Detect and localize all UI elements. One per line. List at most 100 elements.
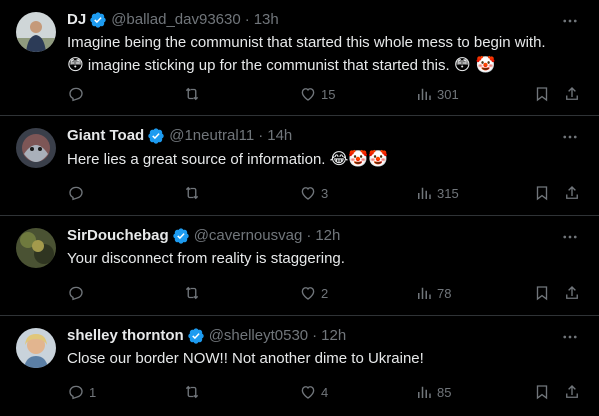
like-button[interactable]: 2 [299, 283, 328, 303]
timeline: DJ @ballad_dav93630 · 13h Imagine being … [0, 0, 599, 416]
tweet-text-fragment: imagine sticking up for the communist th… [83, 57, 454, 74]
avatar[interactable] [16, 228, 56, 268]
display-name[interactable]: SirDouchebag [67, 226, 169, 246]
verified-badge-icon [187, 327, 205, 345]
handle[interactable]: @1neutral11 [169, 126, 254, 146]
more-icon[interactable] [561, 328, 581, 344]
like-count: 15 [321, 86, 336, 102]
like-button[interactable]: 4 [299, 382, 328, 402]
display-name[interactable]: DJ [67, 10, 86, 30]
retweet-icon [183, 284, 201, 302]
views-button[interactable]: 85 [415, 382, 451, 402]
heart-icon [299, 383, 317, 401]
share-button[interactable] [563, 183, 581, 203]
more-icon[interactable] [561, 12, 581, 28]
retweet-button[interactable] [183, 84, 205, 104]
more-icon[interactable] [561, 228, 581, 244]
tweet-actions: 3 315 [67, 183, 587, 203]
like-count: 3 [321, 185, 329, 201]
view-count: 78 [437, 285, 452, 301]
bookmark-icon [533, 85, 551, 103]
bookmark-icon [533, 383, 551, 401]
tweet[interactable]: SirDouchebag @cavernousvag · 12h Your di… [0, 216, 599, 316]
timestamp[interactable]: 14h [267, 126, 292, 146]
handle[interactable]: @cavernousvag [194, 226, 303, 246]
heart-icon [299, 284, 317, 302]
views-button[interactable]: 301 [415, 84, 459, 104]
view-count: 315 [437, 185, 459, 201]
like-button[interactable]: 15 [299, 84, 335, 104]
view-count: 85 [437, 384, 452, 400]
bookmark-button[interactable] [533, 84, 551, 104]
tweet[interactable]: shelley thornton @shelleyt0530 · 12h Clo… [0, 316, 599, 416]
views-icon [415, 184, 433, 202]
tweet-text: Your disconnect from reality is staggeri… [67, 248, 577, 270]
reply-button[interactable] [67, 183, 89, 203]
tweet-actions: 15 301 [67, 84, 587, 104]
tweet-text-fragment: Here lies a great source of information. [67, 151, 330, 168]
views-icon [415, 383, 433, 401]
tweet-header: Giant Toad @1neutral11 · 14h [67, 126, 292, 146]
views-icon [415, 85, 433, 103]
tweet-text: Close our border NOW!! Not another dime … [67, 348, 577, 370]
share-button[interactable] [563, 382, 581, 402]
emoji: 😳 🤡 [453, 55, 496, 74]
separator: · [258, 127, 264, 144]
like-count: 2 [321, 285, 329, 301]
separator: · [244, 11, 250, 28]
tweet-text: Here lies a great source of information.… [67, 148, 577, 171]
timestamp[interactable]: 12h [321, 326, 346, 346]
share-button[interactable] [563, 84, 581, 104]
views-button[interactable]: 315 [415, 183, 459, 203]
handle[interactable]: @shelleyt0530 [209, 326, 308, 346]
view-count: 301 [437, 86, 459, 102]
bookmark-button[interactable] [533, 382, 551, 402]
views-button[interactable]: 78 [415, 283, 451, 303]
timestamp[interactable]: 13h [254, 10, 279, 30]
tweet-header: shelley thornton @shelleyt0530 · 12h [67, 326, 346, 346]
like-button[interactable]: 3 [299, 183, 328, 203]
bookmark-icon [533, 284, 551, 302]
bookmark-button[interactable] [533, 283, 551, 303]
tweet-text-line: Imagine being the communist that started… [67, 34, 546, 51]
tweet[interactable]: DJ @ballad_dav93630 · 13h Imagine being … [0, 0, 599, 116]
reply-icon [67, 284, 85, 302]
share-icon [563, 85, 581, 103]
heart-icon [299, 85, 317, 103]
views-icon [415, 284, 433, 302]
reply-icon [67, 85, 85, 103]
reply-button[interactable] [67, 283, 89, 303]
share-button[interactable] [563, 283, 581, 303]
tweet-text-line: 😳 imagine sticking up for the communist … [67, 54, 577, 77]
verified-badge-icon [89, 11, 107, 29]
reply-count: 1 [89, 384, 97, 400]
tweet[interactable]: Giant Toad @1neutral11 · 14h Here lies a… [0, 116, 599, 216]
tweet-text-fragment: Your disconnect from reality is staggeri… [67, 250, 345, 267]
retweet-button[interactable] [183, 183, 205, 203]
avatar[interactable] [16, 328, 56, 368]
display-name[interactable]: Giant Toad [67, 126, 144, 146]
reply-button[interactable] [67, 84, 89, 104]
share-icon [563, 184, 581, 202]
bookmark-button[interactable] [533, 183, 551, 203]
more-icon[interactable] [561, 128, 581, 144]
timestamp[interactable]: 12h [315, 226, 340, 246]
separator: · [312, 327, 318, 344]
handle[interactable]: @ballad_dav93630 [111, 10, 241, 30]
retweet-button[interactable] [183, 382, 205, 402]
share-icon [563, 383, 581, 401]
display-name[interactable]: shelley thornton [67, 326, 184, 346]
heart-icon [299, 184, 317, 202]
like-count: 4 [321, 384, 329, 400]
avatar[interactable] [16, 12, 56, 52]
verified-badge-icon [172, 227, 190, 245]
reply-button[interactable]: 1 [67, 382, 96, 402]
emoji: 😳 [67, 55, 84, 74]
tweet-header: SirDouchebag @cavernousvag · 12h [67, 226, 340, 246]
reply-icon [67, 383, 85, 401]
avatar[interactable] [16, 128, 56, 168]
share-icon [563, 284, 581, 302]
retweet-button[interactable] [183, 283, 205, 303]
reply-icon [67, 184, 85, 202]
tweet-text: Imagine being the communist that started… [67, 32, 577, 77]
